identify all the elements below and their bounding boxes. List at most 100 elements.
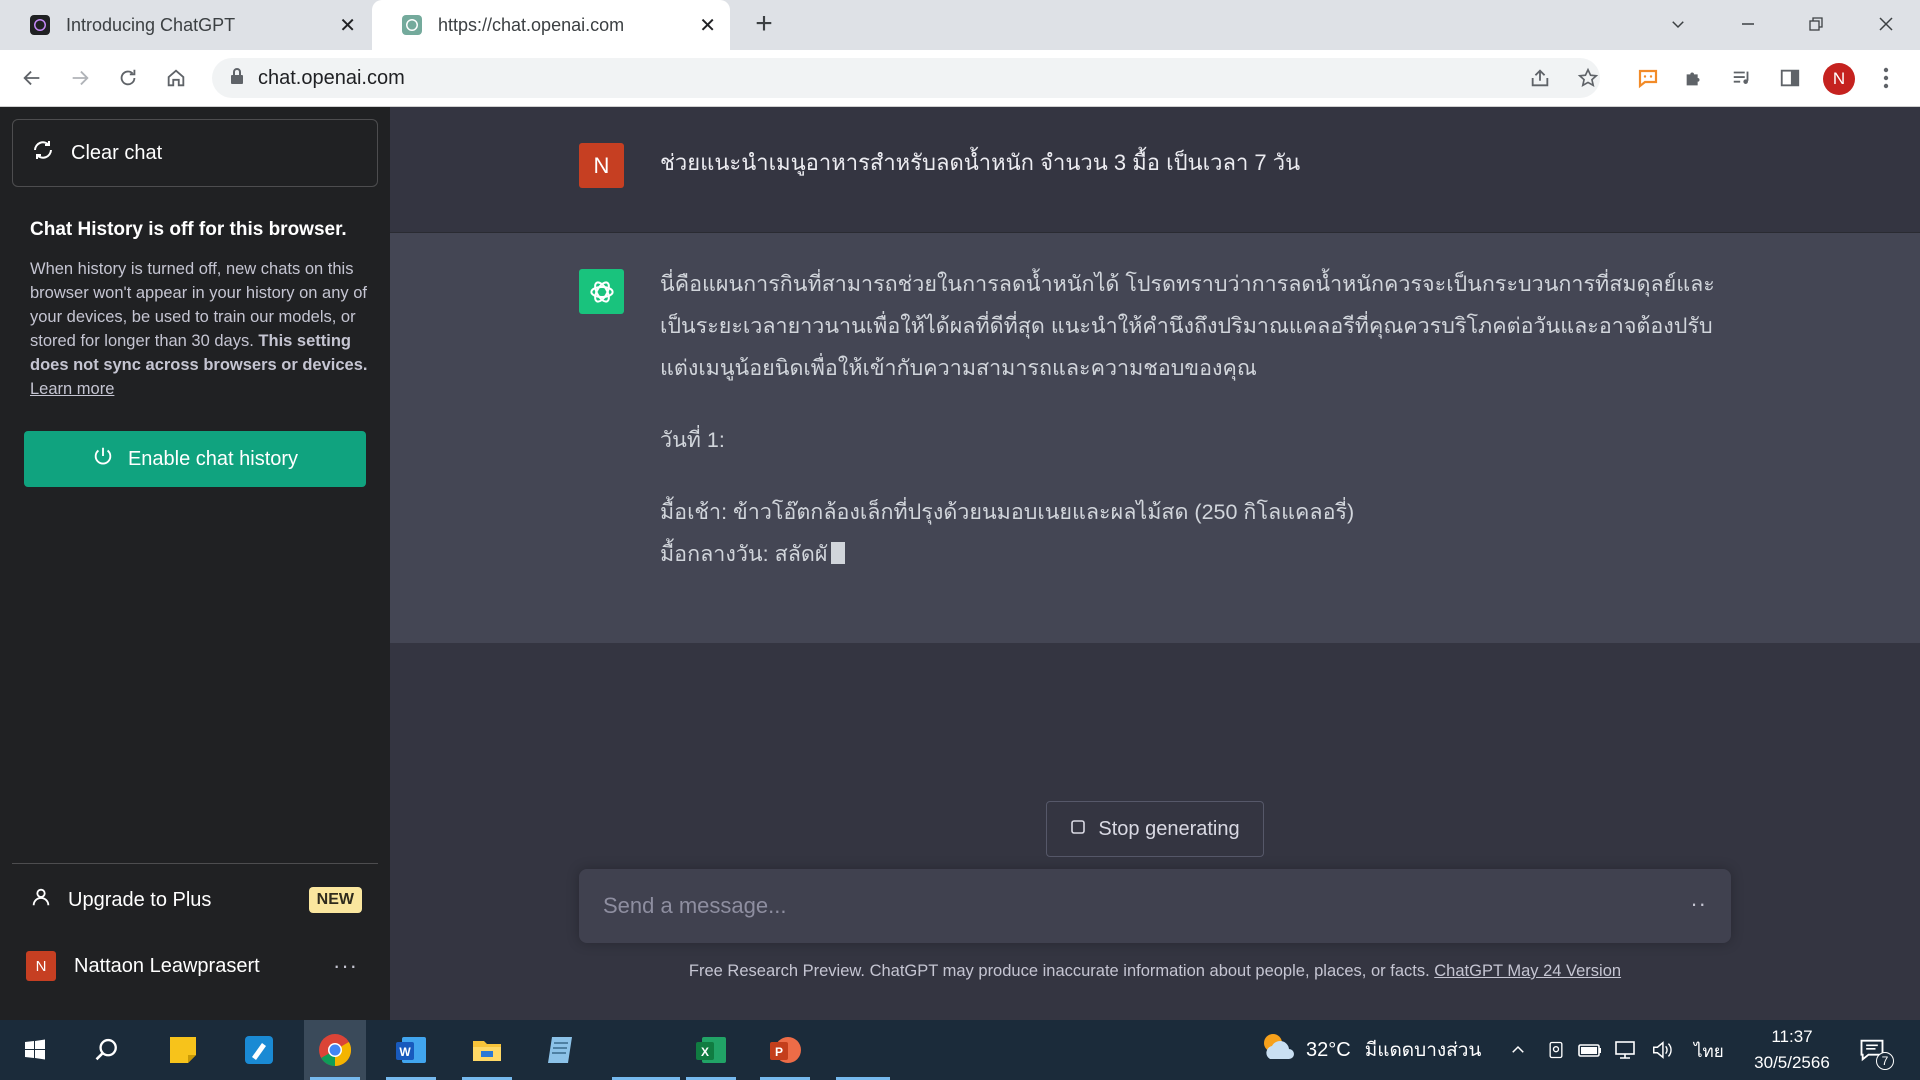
version-link[interactable]: ChatGPT May 24 Version (1434, 962, 1621, 980)
system-clock[interactable]: 11:37 30/5/2566 (1740, 1024, 1844, 1076)
network-icon[interactable] (1614, 1038, 1638, 1062)
media-controls-icon[interactable] (1724, 60, 1760, 96)
openai-favicon-icon (30, 15, 50, 35)
history-off-title: Chat History is off for this browser. (30, 219, 347, 240)
partly-sunny-icon (1258, 1029, 1298, 1071)
sticky-notes-app-icon[interactable] (152, 1020, 214, 1080)
word-app-icon[interactable]: W (380, 1020, 442, 1080)
windows-taskbar: W X P 32°C มีแดดบางส่วน ไทย 11:37 30/5/2… (0, 1020, 1920, 1080)
assistant-day-heading: วันที่ 1: (660, 428, 725, 452)
address-bar[interactable]: chat.openai.com (212, 58, 1600, 98)
assistant-message: นี่คือแผนการกินที่สามารถช่วยในการลดน้ำหน… (390, 233, 1920, 643)
assistant-meal-line: มื้อเช้า: ข้าวโอ๊ตกล้องเล็กที่ปรุงด้วยนม… (660, 500, 1355, 524)
windows-start-icon[interactable] (4, 1020, 66, 1080)
chrome-app-icon[interactable] (304, 1020, 366, 1080)
weather-widget[interactable]: 32°C มีแดดบางส่วน (1258, 1020, 1481, 1080)
window-close-icon[interactable] (1866, 6, 1906, 42)
new-tab-button[interactable]: + (748, 9, 780, 41)
tab-title: Introducing ChatGPT (66, 14, 236, 35)
tab-title: https://chat.openai.com (438, 14, 625, 35)
tab-search-chevron-icon[interactable] (1658, 6, 1698, 42)
power-icon (92, 445, 114, 473)
conversation-panel: N ช่วยแนะนำเมนูอาหารสำหรับลดน้ำหนัก จำนว… (390, 107, 1920, 1020)
disclaimer-text: Free Research Preview. ChatGPT may produ… (688, 962, 1430, 980)
chevron-up-icon[interactable] (1506, 1038, 1530, 1062)
more-horizontal-icon[interactable]: ··· (333, 953, 358, 979)
browser-tab-strip: Introducing ChatGPT ✕ https://chat.opena… (0, 0, 1920, 50)
url-text: chat.openai.com (258, 66, 405, 89)
input-language[interactable]: ไทย (1694, 1038, 1724, 1065)
tab-introducing-chatgpt[interactable]: Introducing ChatGPT ✕ (0, 0, 370, 50)
lock-icon (230, 67, 244, 89)
sidebar-divider (12, 863, 378, 864)
close-icon[interactable]: ✕ (699, 13, 716, 38)
side-panel-icon[interactable] (1772, 60, 1808, 96)
close-icon[interactable]: ✕ (339, 13, 356, 38)
browser-toolbar: chat.openai.com N (0, 50, 1920, 107)
user-name: Nattaon Leawprasert (74, 954, 260, 977)
taskbar-window-thumbnail[interactable] (830, 1020, 896, 1080)
svg-text:W: W (399, 1045, 411, 1059)
search-icon[interactable] (76, 1020, 138, 1080)
user-message-avatar: N (579, 143, 624, 188)
upgrade-to-plus-button[interactable]: Upgrade to Plus NEW (12, 873, 378, 927)
enable-chat-history-button[interactable]: Enable chat history (24, 431, 366, 487)
clear-chat-button[interactable]: Clear chat (12, 119, 378, 187)
user-message-text: ช่วยแนะนำเมนูอาหารสำหรับลดน้ำหนัก จำนวน … (660, 150, 1301, 175)
typing-cursor (831, 542, 846, 564)
minimize-icon[interactable] (1728, 6, 1768, 42)
meet-now-icon[interactable] (1544, 1038, 1568, 1062)
powerpoint-app-icon[interactable]: P (754, 1020, 816, 1080)
assistant-meal-text: มื้อกลางวัน: สลัดผั (660, 542, 828, 566)
chatgpt-logo-icon (579, 269, 624, 314)
notepad-app-icon[interactable] (530, 1020, 592, 1080)
new-badge: NEW (308, 887, 362, 913)
enable-history-label: Enable chat history (127, 447, 299, 470)
profile-avatar[interactable]: N (1823, 63, 1855, 95)
clock-date: 30/5/2566 (1754, 1053, 1830, 1072)
message-input[interactable] (603, 869, 1663, 943)
refresh-icon (31, 138, 55, 168)
openai-favicon-icon (402, 15, 422, 35)
clock-time: 11:37 (1771, 1027, 1813, 1046)
stop-square-icon (1070, 818, 1086, 841)
stop-generating-button[interactable]: Stop generating (1046, 801, 1264, 857)
share-icon[interactable] (1522, 60, 1558, 96)
stop-generating-label: Stop generating (1098, 817, 1240, 840)
svg-text:X: X (701, 1045, 709, 1059)
file-explorer-app-icon[interactable] (456, 1020, 518, 1080)
excel-app-icon[interactable]: X (680, 1020, 742, 1080)
temperature: 32°C (1306, 1038, 1351, 1061)
volume-icon[interactable] (1650, 1038, 1674, 1062)
weather-condition: มีแดดบางส่วน (1364, 1040, 1482, 1061)
extension-chat-icon[interactable] (1630, 60, 1666, 96)
disclaimer: Free Research Preview. ChatGPT may produ… (390, 962, 1920, 981)
user-outline-icon (30, 886, 52, 914)
user-avatar: N (26, 951, 56, 981)
forward-arrow-icon[interactable] (62, 60, 98, 96)
assistant-paragraph: นี่คือแผนการกินที่สามารถช่วยในการลดน้ำหน… (660, 272, 1715, 380)
extensions-puzzle-icon[interactable] (1676, 60, 1712, 96)
assistant-meal-line-streaming: มื้อกลางวัน: สลัดผั (660, 533, 1720, 575)
bookmark-star-icon[interactable] (1570, 60, 1606, 96)
svg-text:P: P (775, 1045, 783, 1059)
back-arrow-icon[interactable] (14, 60, 50, 96)
user-account-row[interactable]: N Nattaon Leawprasert ··· (12, 939, 378, 993)
restore-icon[interactable] (1796, 6, 1836, 42)
message-composer: ·· (579, 869, 1731, 943)
learn-more-link[interactable]: Learn more (30, 380, 114, 398)
history-off-description: When history is turned off, new chats on… (30, 257, 370, 401)
taskbar-window-thumbnail[interactable] (606, 1020, 686, 1080)
clear-chat-label: Clear chat (71, 141, 163, 164)
sidebar: Clear chat Chat History is off for this … (0, 107, 390, 1020)
upgrade-label: Upgrade to Plus (68, 888, 212, 911)
whiteboard-app-icon[interactable] (228, 1020, 290, 1080)
battery-icon[interactable] (1578, 1038, 1602, 1062)
reload-icon[interactable] (110, 60, 146, 96)
tab-chat-openai[interactable]: https://chat.openai.com ✕ (372, 0, 730, 50)
more-vertical-icon[interactable] (1868, 60, 1904, 96)
home-icon[interactable] (158, 60, 194, 96)
assistant-message-text: นี่คือแผนการกินที่สามารถช่วยในการลดน้ำหน… (660, 263, 1720, 575)
loading-dots-icon: ·· (1690, 891, 1707, 916)
user-message: N ช่วยแนะนำเมนูอาหารสำหรับลดน้ำหนัก จำนว… (390, 107, 1920, 233)
